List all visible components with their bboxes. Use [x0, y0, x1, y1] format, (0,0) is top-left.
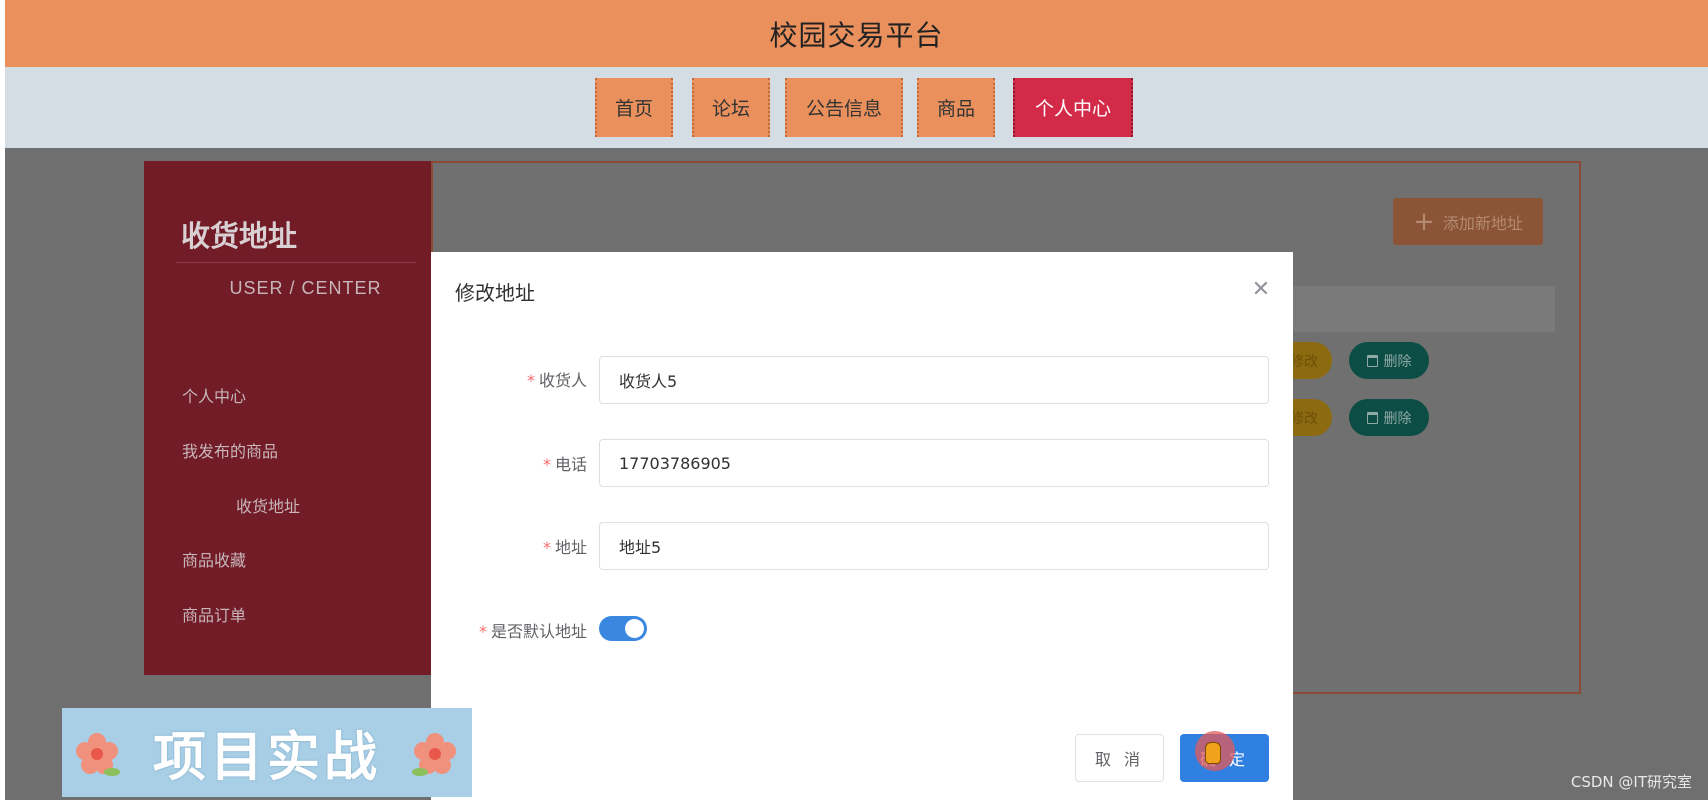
sidebar-item-address[interactable]: 收货地址 — [236, 493, 300, 517]
left-edge-strip — [0, 0, 5, 800]
add-address-label: 添加新地址 — [1442, 213, 1523, 233]
sidebar-item-personal-center[interactable]: 个人中心 — [182, 383, 246, 407]
sidebar-divider — [176, 262, 416, 263]
trash-icon — [1366, 354, 1378, 367]
top-nav: 首页 论坛 公告信息 商品 个人中心 — [5, 67, 1708, 148]
site-header: 校园交易平台 — [5, 0, 1708, 67]
default-address-switch[interactable] — [599, 616, 647, 641]
address-label: * 地址 — [542, 538, 587, 557]
delete-label: 删除 — [1383, 353, 1412, 370]
watermark: CSDN @IT研究室 — [1570, 773, 1692, 791]
plus-icon: + — [1413, 206, 1435, 237]
nav-item-home[interactable]: 首页 — [595, 78, 673, 137]
sidebar-item-favorites[interactable]: 商品收藏 — [182, 547, 246, 571]
required-mark: * — [542, 538, 551, 557]
close-icon[interactable]: ✕ — [1249, 278, 1273, 302]
nav-item-products[interactable]: 商品 — [917, 78, 995, 137]
phone-input[interactable]: 17703786905 — [599, 439, 1269, 487]
dialog-title: 修改地址 — [455, 281, 535, 305]
table-header — [1290, 286, 1555, 332]
required-mark: * — [526, 371, 535, 390]
cancel-button[interactable]: 取 消 — [1075, 734, 1164, 782]
delete-label: 删除 — [1383, 410, 1412, 427]
nav-item-notices[interactable]: 公告信息 — [785, 78, 903, 137]
sidebar-subtitle: USER / CENTER — [229, 278, 382, 298]
hand-cursor-icon — [1205, 742, 1221, 764]
site-title: 校园交易平台 — [769, 18, 944, 52]
recipient-label: * 收货人 — [526, 371, 587, 390]
recipient-input[interactable]: 收货人5 — [599, 356, 1269, 404]
edit-address-dialog: 修改地址 ✕ * 收货人 收货人5 * 电话 17703786905 * 地址 地址5… — [431, 252, 1293, 800]
required-mark: * — [542, 455, 551, 474]
phone-label: * 电话 — [542, 455, 587, 474]
add-address-button[interactable]: + 添加新地址 — [1393, 198, 1543, 245]
delete-button[interactable]: 删除 — [1349, 399, 1429, 436]
nav-item-personal-center[interactable]: 个人中心 — [1013, 78, 1133, 137]
required-mark: * — [478, 622, 487, 641]
nav-item-forum[interactable]: 论坛 — [692, 78, 770, 137]
address-input[interactable]: 地址5 — [599, 522, 1269, 570]
flower-icon — [412, 733, 456, 776]
sidebar: 收货地址 USER / CENTER 个人中心 我发布的商品 收货地址 商品收藏… — [144, 161, 431, 675]
sidebar-item-orders[interactable]: 商品订单 — [182, 602, 246, 626]
promo-banner: 项目实战 — [62, 708, 472, 797]
flower-icon — [76, 733, 120, 776]
switch-knob — [625, 619, 644, 638]
default-address-label: * 是否默认地址 — [478, 622, 587, 641]
trash-icon — [1366, 411, 1378, 424]
promo-text: 项目实战 — [153, 726, 381, 788]
delete-button[interactable]: 删除 — [1349, 342, 1429, 379]
sidebar-item-my-products[interactable]: 我发布的商品 — [182, 438, 278, 462]
sidebar-title: 收货地址 — [181, 219, 298, 253]
